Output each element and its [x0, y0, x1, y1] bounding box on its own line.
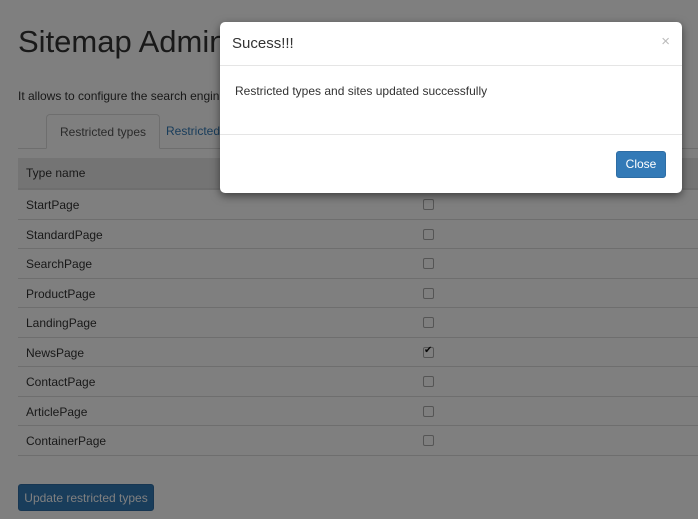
close-icon[interactable]: × [661, 33, 670, 50]
close-button[interactable]: Close [616, 151, 666, 178]
modal-header: Sucess!!! × [220, 22, 682, 66]
success-modal: Sucess!!! × Restricted types and sites u… [220, 22, 682, 193]
modal-title: Sucess!!! [232, 35, 294, 52]
modal-message: Restricted types and sites updated succe… [235, 84, 488, 98]
modal-footer: Close [220, 134, 682, 194]
